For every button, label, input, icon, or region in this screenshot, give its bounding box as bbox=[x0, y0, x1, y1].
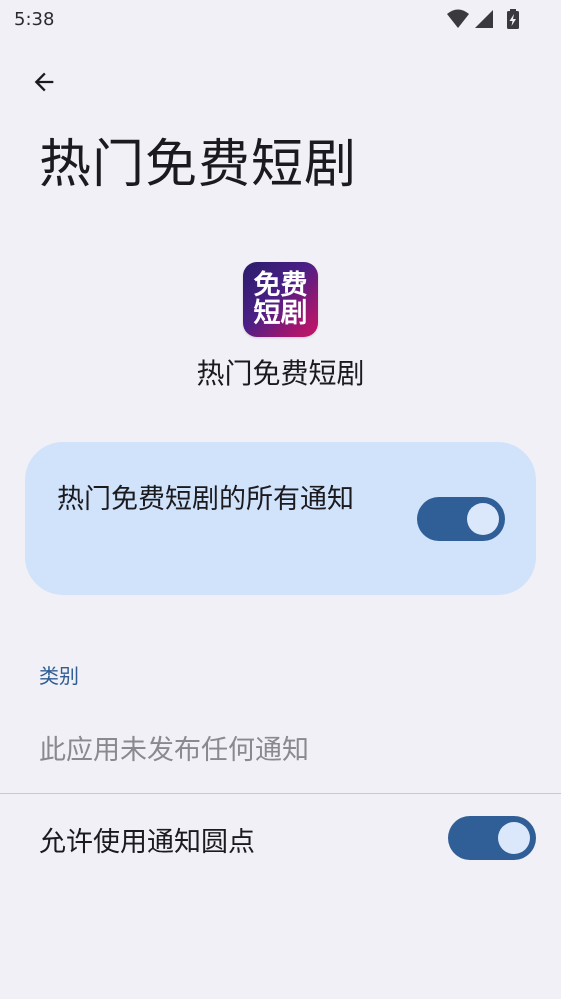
notification-dot-label: 允许使用通知圆点 bbox=[39, 827, 255, 858]
battery-charging-icon bbox=[507, 9, 519, 29]
categories-header: 类别 bbox=[39, 664, 79, 688]
status-icons bbox=[447, 8, 523, 30]
all-notifications-label: 热门免费短剧的所有通知 bbox=[57, 484, 354, 515]
arrow-back-icon bbox=[34, 72, 54, 92]
no-notifications-text: 此应用未发布任何通知 bbox=[39, 735, 309, 766]
app-notification-settings-screen: 5:38 热门免费短剧 免费短剧 热门免费短剧 热门免费短剧的所有通知 类别 此… bbox=[0, 0, 561, 999]
page-title: 热门免费短剧 bbox=[39, 135, 358, 195]
signal-icon bbox=[475, 10, 493, 28]
toggle-knob bbox=[498, 822, 530, 854]
divider bbox=[0, 793, 561, 794]
status-time: 5:38 bbox=[14, 9, 55, 30]
app-icon-logo-text: 免费短剧 bbox=[253, 269, 308, 329]
status-bar: 5:38 bbox=[0, 0, 561, 38]
app-icon: 免费短剧 bbox=[243, 262, 318, 337]
all-notifications-toggle[interactable] bbox=[417, 497, 505, 541]
all-notifications-switch-card[interactable]: 热门免费短剧的所有通知 bbox=[25, 442, 536, 595]
app-name: 热门免费短剧 bbox=[196, 357, 365, 390]
wifi-icon bbox=[447, 9, 469, 28]
back-button[interactable] bbox=[22, 60, 66, 104]
notification-dot-toggle[interactable] bbox=[448, 816, 536, 860]
toggle-knob bbox=[467, 503, 499, 535]
